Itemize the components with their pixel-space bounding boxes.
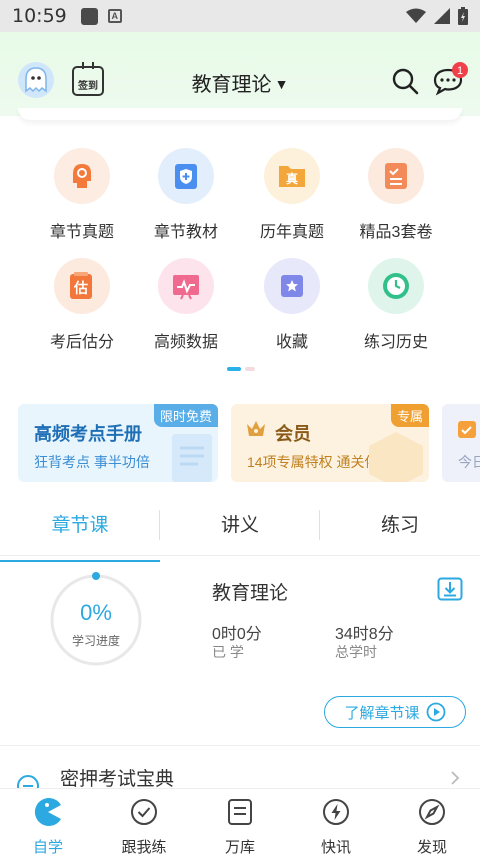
- play-circle-icon: [426, 702, 445, 722]
- promo-title: 高频考点手册: [34, 424, 142, 444]
- clock-icon: [368, 258, 424, 314]
- grid-item-favorites[interactable]: 收藏: [240, 258, 344, 352]
- grid-item-chapter-questions[interactable]: 章节真题: [30, 148, 134, 242]
- page-indicator: [227, 367, 255, 371]
- grid-item-premium-papers[interactable]: 精品3套卷: [344, 148, 448, 242]
- bottom-nav: 自学 跟我练 万库 快讯 发现: [0, 788, 480, 856]
- chart-board-icon: [158, 258, 214, 314]
- page-dot-active: [227, 367, 241, 371]
- promo-tag: 专属: [390, 404, 429, 427]
- lightning-icon: [323, 799, 349, 825]
- document-list-icon: [228, 799, 252, 825]
- grid-label: 章节教材: [153, 224, 218, 241]
- battery-icon: [458, 7, 468, 25]
- check-circle-icon: [131, 799, 157, 825]
- promo-title: 会员: [275, 424, 311, 444]
- wifi-icon: [406, 8, 426, 23]
- grid-label: 精品3套卷: [359, 224, 433, 241]
- nav-self-study[interactable]: 自学: [0, 789, 96, 856]
- section-divider: [0, 745, 480, 746]
- add-circle-icon: [17, 775, 39, 788]
- a-notification-icon: A: [107, 9, 122, 23]
- top-header: 签到 教育理论 ▼ 1: [0, 32, 480, 116]
- status-bar: 10:59 A: [0, 0, 480, 32]
- total-label: 总学时: [335, 644, 377, 660]
- search-icon[interactable]: [390, 66, 420, 96]
- chevron-right-icon: [451, 771, 460, 785]
- next-section-title: 密押考试宝典: [60, 769, 175, 788]
- promo-subtitle: 狂背考点 事半功倍: [34, 454, 150, 470]
- folder-glyph: 真: [286, 171, 298, 186]
- promo-card-vip[interactable]: 会员 14项专属特权 通关伴侣 专属: [231, 404, 429, 482]
- brain-gear-icon: [54, 148, 110, 204]
- grid-label: 章节真题: [49, 224, 114, 241]
- progress-percent: 0%: [80, 600, 112, 625]
- signal-icon: [434, 8, 450, 24]
- message-badge-count: 1: [457, 65, 463, 77]
- crown-icon: [247, 421, 265, 436]
- calendar-check-icon: [458, 421, 476, 438]
- learn-chapter-course-button[interactable]: 了解章节课: [324, 696, 466, 728]
- grid-item-past-papers[interactable]: 真 历年真题: [240, 148, 344, 242]
- grid-label: 考后估分: [49, 334, 114, 351]
- tab-divider: [319, 510, 320, 540]
- nav-news-flash[interactable]: 快讯: [288, 789, 384, 856]
- nav-discover[interactable]: 发现: [384, 789, 480, 856]
- tab-practice[interactable]: 练习: [320, 504, 480, 555]
- download-icon[interactable]: [437, 577, 463, 601]
- page-dot: [245, 367, 255, 371]
- learned-label: 已 学: [212, 644, 244, 660]
- promo-tag: 限时免费: [153, 404, 218, 427]
- promo-card-daily[interactable]: 今日: [442, 404, 480, 482]
- tab-chapter-course[interactable]: 章节课: [0, 504, 160, 562]
- learn-button-label: 了解章节课: [344, 704, 420, 722]
- estimate-icon: 估: [54, 258, 110, 314]
- grid-label: 历年真题: [259, 224, 324, 241]
- hexagon-decor-icon: [369, 432, 423, 482]
- grid-item-practice-history[interactable]: 练习历史: [344, 258, 448, 352]
- promo-subtitle: 今日: [458, 454, 480, 470]
- grid-item-score-estimate[interactable]: 估 考后估分: [30, 258, 134, 352]
- total-time: 34时8分: [335, 626, 394, 643]
- status-time: 10:59: [12, 5, 67, 27]
- grid-label: 高频数据: [153, 334, 218, 351]
- secret-exam-guide-row[interactable]: 密押考试宝典: [16, 762, 466, 788]
- promo-card-handbook[interactable]: 高频考点手册 狂背考点 事半功倍 限时免费: [18, 404, 218, 482]
- folder-icon: 真: [264, 148, 320, 204]
- chevron-down-icon: ▼: [274, 76, 289, 92]
- message-badge: 1: [452, 62, 468, 78]
- learned-time: 0时0分: [212, 626, 262, 643]
- nav-practice-with-me[interactable]: 跟我练: [96, 789, 192, 856]
- document-icon: [172, 434, 212, 482]
- grid-item-high-freq-data[interactable]: 高频数据: [134, 258, 238, 352]
- star-icon: [264, 258, 320, 314]
- nav-question-bank[interactable]: 万库: [192, 789, 288, 856]
- tab-handouts[interactable]: 讲义: [160, 504, 320, 555]
- shield-book-icon: [158, 148, 214, 204]
- grid-label: 练习历史: [363, 334, 428, 351]
- grid-label: 收藏: [275, 334, 308, 351]
- compass-icon: [419, 799, 445, 825]
- subject-title: 教育理论: [191, 74, 272, 96]
- course-title: 教育理论: [212, 583, 289, 604]
- grid-item-chapter-textbook[interactable]: 章节教材: [134, 148, 238, 242]
- notification-app-icon: [80, 7, 98, 25]
- estimate-glyph: 估: [73, 280, 88, 297]
- checklist-icon: [368, 148, 424, 204]
- tab-divider: [159, 510, 160, 540]
- header-card-edge: [18, 108, 462, 120]
- pacman-icon: [34, 798, 61, 826]
- course-tabs: 章节课 讲义 练习: [0, 504, 480, 562]
- progress-label: 学习进度: [71, 634, 120, 648]
